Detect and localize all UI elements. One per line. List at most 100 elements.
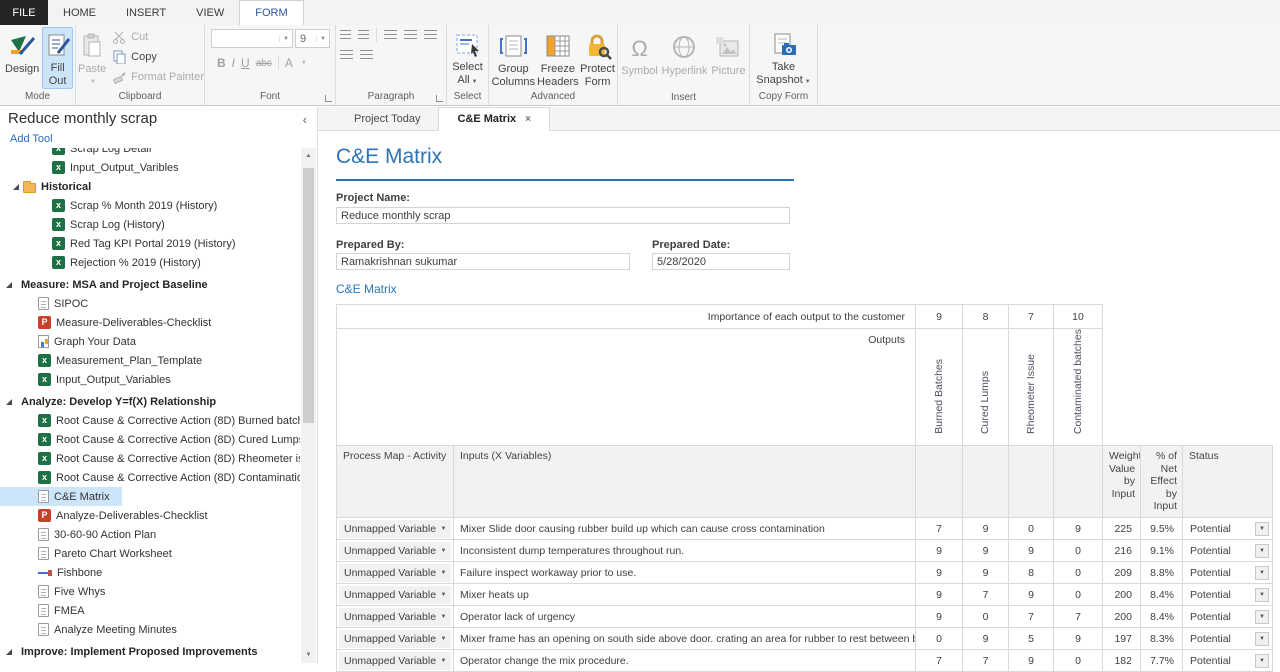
tree-section-improve[interactable]: Improve: Implement Proposed Improvements (0, 642, 300, 661)
tree-item[interactable]: Input_Output_Variables (0, 370, 300, 389)
align-left-icon[interactable] (384, 30, 397, 41)
project-name-field[interactable] (336, 207, 790, 224)
output-header[interactable]: Rheometer Issue (1009, 329, 1054, 446)
expand-arrow-icon[interactable] (6, 282, 12, 288)
copy-button[interactable]: Copy (108, 47, 206, 67)
score-cell[interactable]: 7 (1054, 606, 1103, 628)
score-cell[interactable]: 9 (963, 518, 1009, 540)
score-cell[interactable]: 5 (1009, 628, 1054, 650)
underline-button[interactable]: U (241, 56, 250, 70)
tree-item[interactable]: Rejection % 2019 (History) (0, 253, 300, 272)
italic-button[interactable]: I (232, 56, 235, 70)
tree-item[interactable]: Root Cause & Corrective Action (8D) Burn… (0, 411, 300, 430)
tree-item[interactable]: Analyze Meeting Minutes (0, 620, 300, 639)
collapse-panel-icon[interactable]: ‹ (303, 112, 307, 127)
tree-item[interactable]: SIPOC (0, 294, 300, 313)
numbered-list-icon[interactable] (358, 30, 369, 41)
tree-item-ce-matrix[interactable]: C&E Matrix (0, 487, 122, 506)
tab-home[interactable]: HOME (48, 0, 111, 25)
activity-dropdown[interactable]: Unmapped Variable▼ (339, 564, 451, 582)
status-dropdown[interactable]: Potential▼ (1185, 542, 1270, 560)
tab-project-today[interactable]: Project Today (336, 107, 438, 130)
scrollbar-thumb[interactable] (303, 168, 314, 423)
tree-item[interactable]: Input_Output_Varibles (0, 158, 300, 177)
font-name-combo[interactable]: ▼ (211, 29, 293, 48)
input-variable-cell[interactable]: Mixer frame has an opening on south side… (454, 628, 916, 650)
score-cell[interactable]: 7 (1009, 606, 1054, 628)
expand-arrow-icon[interactable] (6, 399, 12, 405)
tab-form[interactable]: FORM (239, 0, 303, 25)
picture-button[interactable]: Picture (710, 29, 747, 91)
tree-item[interactable]: Measurement_Plan_Template (0, 351, 300, 370)
prepared-by-field[interactable] (336, 253, 630, 270)
score-cell[interactable]: 9 (916, 562, 963, 584)
activity-dropdown[interactable]: Unmapped Variable▼ (339, 630, 451, 648)
input-variable-cell[interactable]: Inconsistent dump temperatures throughou… (454, 540, 916, 562)
tab-insert[interactable]: INSERT (111, 0, 181, 25)
score-cell[interactable]: 0 (1054, 540, 1103, 562)
bold-button[interactable]: B (217, 56, 226, 70)
tab-ce-matrix[interactable]: C&E Matrix × (438, 107, 550, 131)
tree-item[interactable]: Fishbone (0, 563, 300, 582)
take-snapshot-button[interactable]: Take Snapshot▼ (754, 27, 814, 89)
activity-dropdown[interactable]: Unmapped Variable▼ (339, 586, 451, 604)
score-cell[interactable]: 0 (1054, 650, 1103, 672)
prepared-date-field[interactable] (652, 253, 790, 270)
add-tool-link[interactable]: Add Tool (10, 133, 53, 145)
fill-out-button[interactable]: Fill Out (42, 27, 73, 89)
hyperlink-button[interactable]: Hyperlink (659, 29, 710, 91)
font-color-button[interactable]: A (285, 56, 293, 70)
status-dropdown[interactable]: Potential▼ (1185, 630, 1270, 648)
font-dialog-launcher[interactable] (325, 95, 332, 102)
activity-dropdown[interactable]: Unmapped Variable▼ (339, 520, 451, 538)
input-variable-cell[interactable]: Operator change the mix procedure. (454, 650, 916, 672)
score-cell[interactable]: 7 (963, 650, 1009, 672)
protect-form-button[interactable]: Protect Form (580, 27, 615, 89)
font-size-combo[interactable]: 9 ▼ (295, 29, 330, 48)
paste-button[interactable]: Paste ▼ (78, 27, 106, 89)
score-cell[interactable]: 9 (1009, 650, 1054, 672)
score-cell[interactable]: 8 (1009, 562, 1054, 584)
tree-item[interactable]: Scrap Log Detail (0, 148, 300, 158)
score-cell[interactable]: 0 (1054, 562, 1103, 584)
score-cell[interactable]: 9 (963, 628, 1009, 650)
activity-dropdown[interactable]: Unmapped Variable▼ (339, 542, 451, 560)
score-cell[interactable]: 9 (1054, 518, 1103, 540)
importance-value[interactable]: 10 (1054, 305, 1103, 329)
score-cell[interactable]: 7 (916, 518, 963, 540)
output-header[interactable]: Contaminated batches (1054, 329, 1103, 446)
format-painter-button[interactable]: Format Painter (108, 67, 206, 87)
select-all-button[interactable]: Select All▼ (449, 27, 486, 89)
file-tab[interactable]: FILE (0, 0, 48, 25)
align-right-icon[interactable] (424, 30, 437, 41)
tree-item[interactable]: Graph Your Data (0, 332, 300, 351)
strikethrough-button[interactable]: abc (256, 58, 272, 69)
scroll-up-icon[interactable]: ▲ (301, 148, 316, 164)
tree-item[interactable]: 30-60-90 Action Plan (0, 525, 300, 544)
symbol-button[interactable]: Ω Symbol (620, 29, 659, 91)
score-cell[interactable]: 0 (963, 606, 1009, 628)
status-dropdown[interactable]: Potential▼ (1185, 564, 1270, 582)
tree-folder-historical[interactable]: Historical (0, 177, 300, 196)
tree-item[interactable]: Analyze-Deliverables-Checklist (0, 506, 300, 525)
tree-item[interactable]: Root Cause & Corrective Action (8D) Rheo… (0, 449, 300, 468)
activity-dropdown[interactable]: Unmapped Variable▼ (339, 652, 451, 670)
score-cell[interactable]: 7 (963, 584, 1009, 606)
score-cell[interactable]: 7 (916, 650, 963, 672)
scroll-down-icon[interactable]: ▼ (301, 647, 316, 663)
status-dropdown[interactable]: Potential▼ (1185, 608, 1270, 626)
decrease-indent-icon[interactable] (340, 50, 353, 61)
align-center-icon[interactable] (404, 30, 417, 41)
expand-arrow-icon[interactable] (6, 649, 12, 655)
tree-item[interactable]: Scrap % Month 2019 (History) (0, 196, 300, 215)
score-cell[interactable]: 9 (916, 584, 963, 606)
score-cell[interactable]: 9 (963, 562, 1009, 584)
score-cell[interactable]: 9 (963, 540, 1009, 562)
tree-section-analyze[interactable]: Analyze: Develop Y=f(X) Relationship (0, 392, 300, 411)
expand-arrow-icon[interactable] (13, 184, 19, 190)
importance-value[interactable]: 7 (1009, 305, 1054, 329)
tree-item[interactable]: Red Tag KPI Portal 2019 (History) (0, 234, 300, 253)
score-cell[interactable]: 0 (1054, 584, 1103, 606)
design-button[interactable]: Design (2, 27, 42, 89)
cut-button[interactable]: Cut (108, 27, 206, 47)
